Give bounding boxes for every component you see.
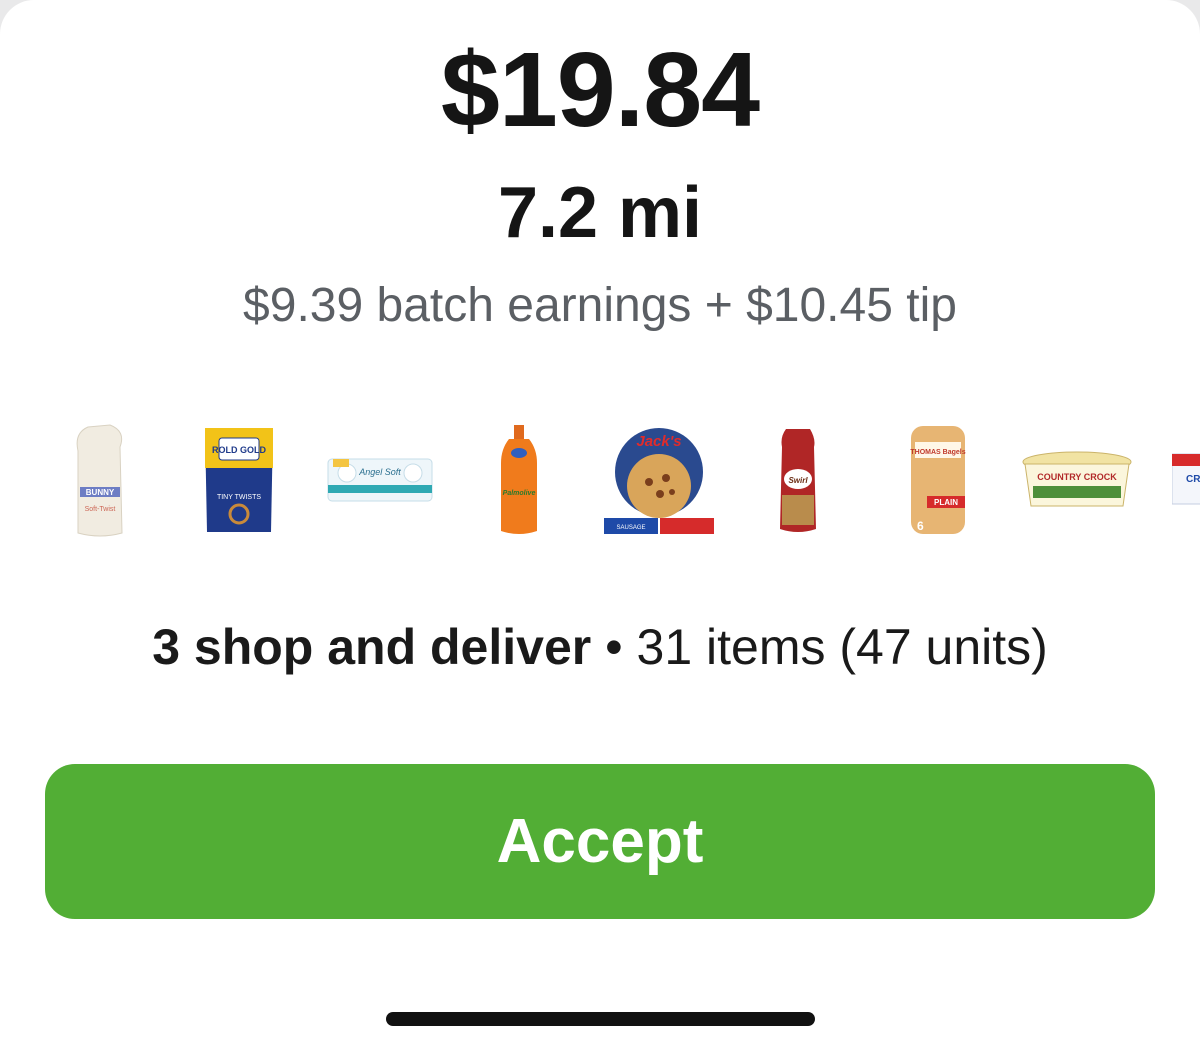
earnings-breakdown: $9.39 batch earnings + $10.45 tip — [243, 279, 957, 332]
product-label: Palmolive — [503, 490, 536, 497]
svg-text:TINY TWISTS: TINY TWISTS — [217, 494, 261, 501]
orders-count-label: 3 shop and deliver — [152, 619, 592, 675]
offer-distance: 7.2 mi — [497, 173, 703, 253]
product-image-strip[interactable]: BUNNY Soft-Twist ROLD GOLD TINY TWISTS A… — [0, 415, 1200, 545]
product-image-butter-spread: COUNTRY CROCK — [1021, 415, 1133, 545]
product-image-frozen-pizza: Jack's SAUSAGE — [602, 415, 716, 545]
svg-text:6: 6 — [917, 519, 924, 533]
summary-separator: • — [591, 619, 637, 675]
product-image-paper-towels: Angel Soft — [327, 415, 433, 545]
svg-text:PLAIN: PLAIN — [934, 498, 958, 507]
product-image-pretzels: ROLD GOLD TINY TWISTS — [203, 415, 275, 545]
product-label: BUNNY — [86, 488, 115, 497]
product-label: COUNTRY CROCK — [1037, 472, 1117, 482]
offer-price: $19.84 — [440, 31, 760, 149]
product-image-bagels: THOMAS Bagels PLAIN 6 — [909, 415, 967, 545]
svg-text:SAUSAGE: SAUSAGE — [616, 525, 645, 531]
accept-button[interactable]: Accept — [45, 764, 1155, 919]
offer-sheet: $19.84 7.2 mi $9.39 batch earnings + $10… — [0, 0, 1200, 1037]
batch-summary: 3 shop and deliver • 31 items (47 units) — [0, 618, 1200, 676]
product-label: ROLD GOLD — [212, 445, 266, 455]
product-image-bread-loaf: BUNNY Soft-Twist — [70, 415, 130, 545]
home-indicator[interactable] — [386, 1012, 815, 1026]
product-label: THOMAS Bagels — [910, 449, 965, 456]
product-label: Swirl — [788, 476, 808, 485]
product-label: CR — [1186, 474, 1200, 485]
svg-text:Soft-Twist: Soft-Twist — [85, 506, 116, 513]
product-label: Jack's — [636, 433, 681, 450]
product-image-partial: CR — [1172, 415, 1200, 545]
product-label: Angel Soft — [358, 467, 401, 477]
items-count-label: 31 items (47 units) — [636, 619, 1048, 675]
product-image-dish-soap: Palmolive — [497, 415, 541, 545]
product-image-swirl-bread: Swirl — [778, 415, 818, 545]
